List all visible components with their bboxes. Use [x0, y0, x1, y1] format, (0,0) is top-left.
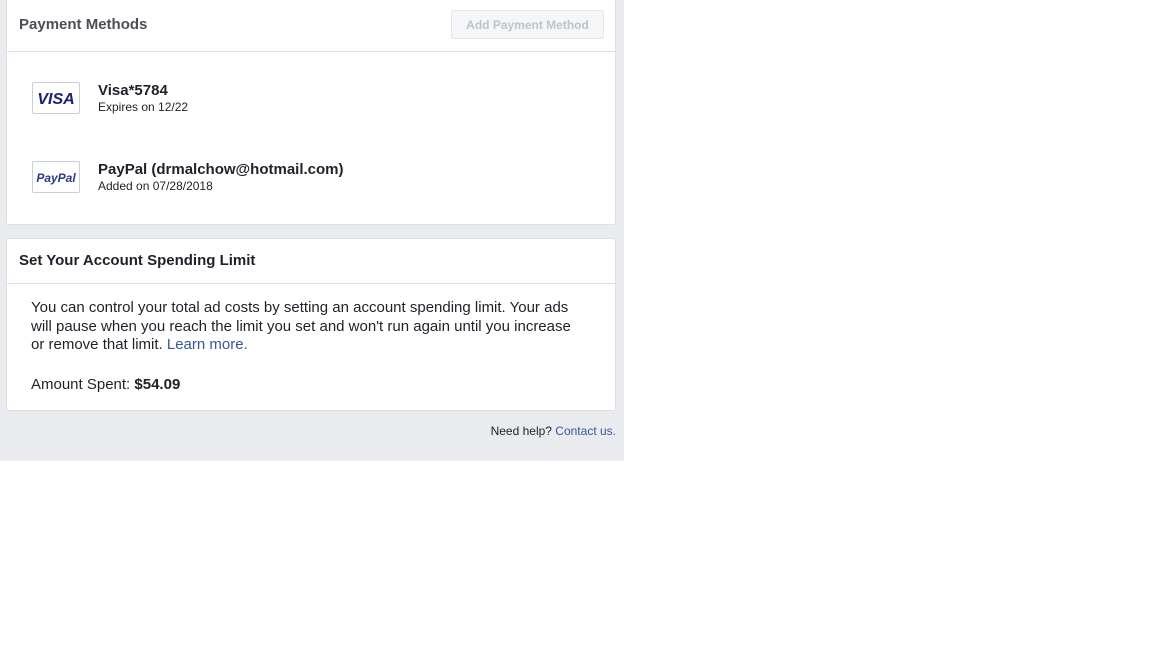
amount-spent: Amount Spent: $54.09: [31, 376, 180, 393]
learn-more-link[interactable]: Learn more.: [167, 336, 248, 353]
visa-logo-text: VISA: [37, 91, 74, 108]
contact-us-link[interactable]: Contact us.: [555, 424, 616, 438]
visa-logo-icon: VISA: [32, 82, 80, 114]
spending-limit-card: Set Your Account Spending Limit You can …: [6, 238, 616, 411]
help-footer: Need help? Contact us.: [491, 424, 616, 438]
payment-method-name: PayPal (drmalchow@hotmail.com): [98, 161, 344, 178]
spending-limit-header: Set Your Account Spending Limit: [7, 239, 615, 284]
spending-limit-title: Set Your Account Spending Limit: [19, 252, 256, 269]
payment-methods-header: Payment Methods Add Payment Method: [7, 0, 615, 52]
amount-spent-value: $54.09: [134, 376, 181, 393]
paypal-logo-icon: PayPal: [32, 161, 80, 193]
billing-page: Payment Methods Add Payment Method VISA …: [0, 0, 624, 461]
payment-method-visa[interactable]: VISA Visa*5784 Expires on 12/22: [32, 82, 592, 122]
payment-method-added-date: Added on 07/28/2018: [98, 179, 213, 193]
help-text: Need help?: [490, 424, 556, 438]
payment-method-paypal[interactable]: PayPal PayPal (drmalchow@hotmail.com) Ad…: [32, 161, 592, 201]
payment-method-name: Visa*5784: [98, 82, 168, 99]
spending-limit-description: You can control your total ad costs by s…: [31, 299, 586, 355]
payment-methods-title: Payment Methods: [19, 16, 148, 33]
paypal-logo-text: PayPal: [36, 171, 76, 185]
add-payment-method-button[interactable]: Add Payment Method: [451, 10, 604, 39]
payment-method-expiry: Expires on 12/22: [98, 100, 189, 114]
amount-spent-label: Amount Spent:: [31, 376, 135, 393]
spending-limit-text: You can control your total ad costs by s…: [31, 299, 571, 353]
